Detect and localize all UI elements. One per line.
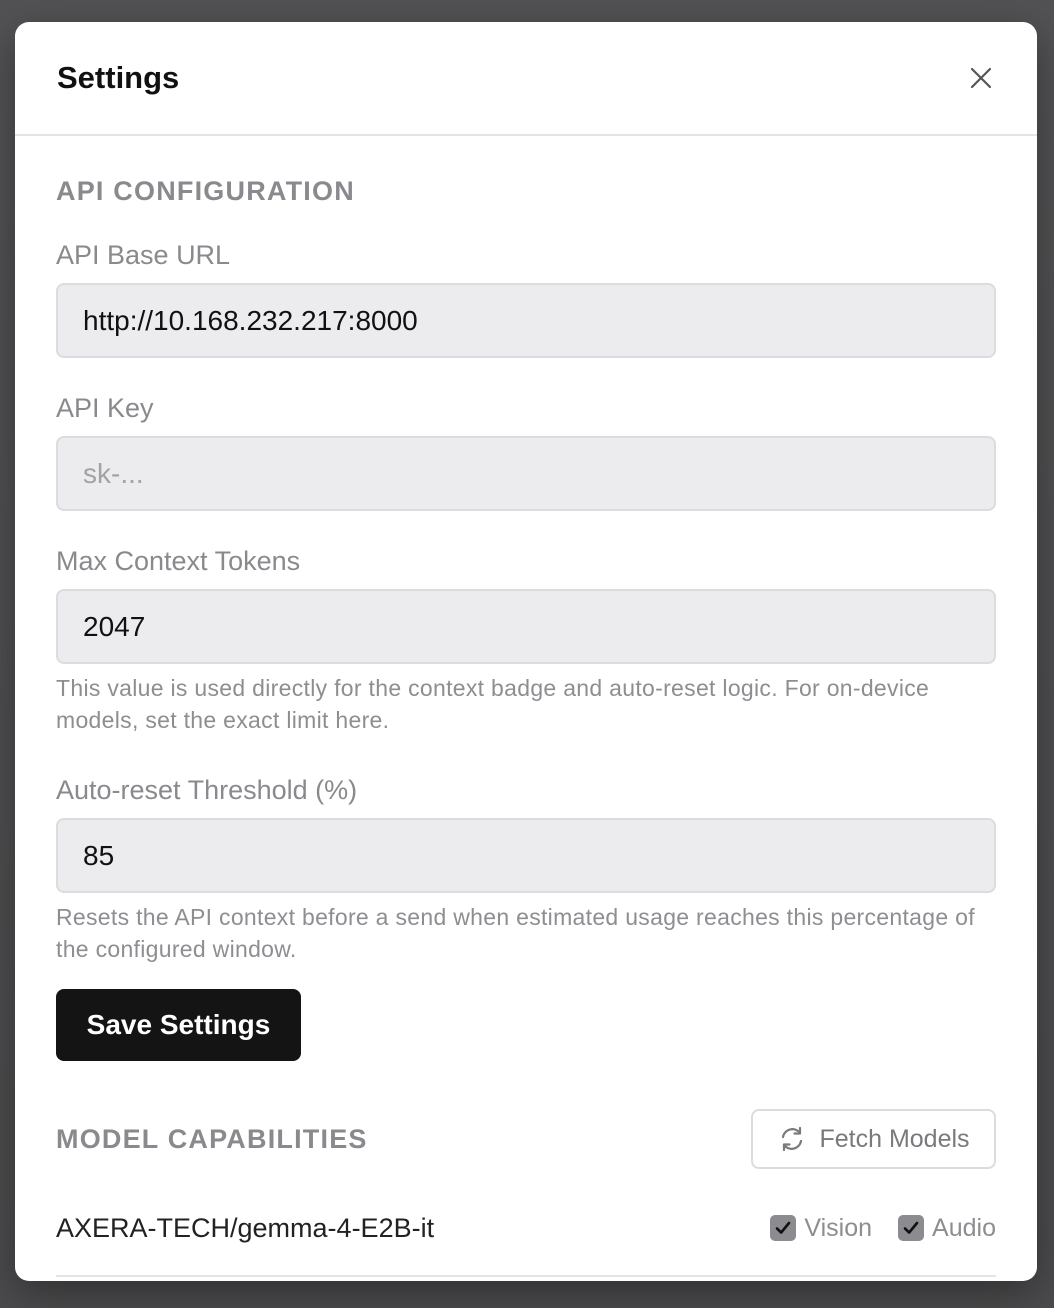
model-name: AXERA-TECH/gemma-4-E2B-it — [56, 1212, 435, 1243]
auto-reset-threshold-input[interactable] — [56, 818, 996, 893]
audio-checkbox[interactable]: Audio — [898, 1214, 996, 1243]
fetch-models-label: Fetch Models — [819, 1124, 970, 1153]
auto-reset-threshold-label: Auto-reset Threshold (%) — [56, 775, 358, 805]
dialog-header: Settings — [15, 22, 1037, 136]
close-button[interactable] — [961, 58, 1001, 98]
model-row: AXERA-TECH/gemma-4-E2B-it Vision Audio — [56, 1181, 996, 1277]
vision-checkbox[interactable]: Vision — [770, 1214, 872, 1243]
model-capabilities-section-title: MODEL CAPABILITIES — [56, 1123, 368, 1154]
audio-label: Audio — [932, 1213, 996, 1242]
api-base-url-label: API Base URL — [56, 240, 231, 270]
dialog-title: Settings — [57, 60, 180, 95]
api-key-input[interactable] — [56, 436, 996, 511]
refresh-icon — [782, 1126, 803, 1152]
max-context-help-text: This value is used directly for the cont… — [56, 675, 930, 733]
dialog-body: API CONFIGURATION API Base URL API Key M… — [15, 175, 1037, 1277]
settings-dialog: Settings API CONFIGURATION API Base URL … — [15, 22, 1037, 1281]
model-capabilities-header: MODEL CAPABILITIES Fetch Models — [56, 1109, 996, 1169]
fetch-models-button[interactable]: Fetch Models — [751, 1109, 996, 1169]
save-settings-button[interactable]: Save Settings — [56, 989, 301, 1061]
auto-reset-help-text: Resets the API context before a send whe… — [56, 904, 975, 962]
max-context-tokens-input[interactable] — [56, 589, 996, 664]
vision-check-icon[interactable] — [770, 1215, 797, 1241]
api-base-url-input[interactable] — [56, 283, 996, 358]
api-key-label: API Key — [56, 393, 154, 423]
audio-check-icon[interactable] — [898, 1215, 925, 1241]
close-icon — [970, 67, 992, 89]
vision-label: Vision — [804, 1213, 873, 1242]
api-config-section-title: API CONFIGURATION — [56, 176, 355, 206]
max-context-tokens-label: Max Context Tokens — [56, 546, 301, 576]
model-capability-toggles: Vision Audio — [770, 1214, 996, 1243]
